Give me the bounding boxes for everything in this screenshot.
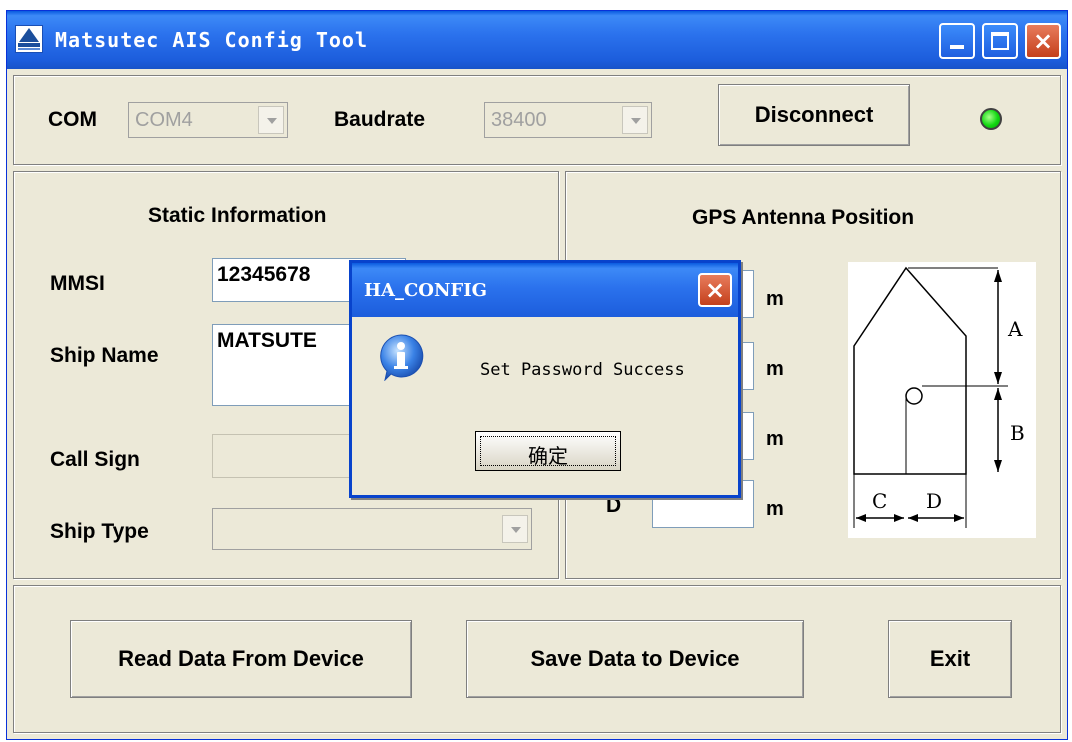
dialog-ok-label: 确定	[528, 444, 568, 468]
baudrate-label: Baudrate	[334, 108, 426, 131]
mmsi-value: 12345678	[217, 263, 311, 286]
mmsi-label: MMSI	[50, 272, 105, 295]
app-logo-icon	[15, 25, 43, 53]
dialog-ok-button[interactable]: 确定	[475, 431, 621, 471]
static-info-title: Static Information	[148, 204, 327, 227]
ship-type-label: Ship Type	[50, 520, 149, 543]
com-value: COM4	[135, 109, 193, 131]
connection-panel: COM COM4 Baudrate 38400 Disconnect	[13, 75, 1061, 165]
dialog-title-bar[interactable]: HA_CONFIG ×	[352, 263, 738, 317]
b-unit: m	[766, 358, 784, 380]
title-bar[interactable]: Matsutec AIS Config Tool ×	[7, 11, 1067, 69]
close-icon: ×	[1032, 27, 1054, 55]
disconnect-button[interactable]: Disconnect	[718, 84, 910, 146]
read-data-button[interactable]: Read Data From Device	[70, 620, 412, 698]
message-dialog: HA_CONFIG × Set Password Success 确定	[349, 260, 741, 498]
ship-name-value: MATSUTE	[217, 329, 317, 352]
actions-panel: Read Data From Device Save Data to Devic…	[13, 585, 1061, 733]
a-unit: m	[766, 288, 784, 310]
antenna-position-diagram: A B C D	[848, 262, 1036, 538]
ship-type-select[interactable]	[212, 508, 532, 550]
com-label: COM	[48, 108, 97, 131]
dialog-close-button[interactable]: ×	[698, 273, 732, 307]
diagram-label-c: C	[872, 489, 887, 513]
save-data-button[interactable]: Save Data to Device	[466, 620, 804, 698]
minimize-button[interactable]	[939, 23, 975, 59]
dialog-title: HA_CONFIG	[364, 280, 488, 301]
ship-name-label: Ship Name	[50, 344, 159, 367]
close-icon: ×	[704, 276, 726, 304]
connection-status-led	[980, 108, 1002, 130]
chevron-down-icon[interactable]	[258, 106, 284, 134]
diagram-label-b: B	[1010, 421, 1025, 445]
d-unit: m	[766, 498, 784, 520]
call-sign-label: Call Sign	[50, 448, 140, 471]
chevron-down-icon[interactable]	[622, 106, 648, 134]
info-icon	[380, 334, 424, 381]
diagram-label-a: A	[1007, 317, 1023, 341]
maximize-icon	[991, 32, 1009, 50]
window-title: Matsutec AIS Config Tool	[55, 28, 368, 52]
minimize-icon	[950, 45, 964, 49]
maximize-button[interactable]	[982, 23, 1018, 59]
baudrate-select[interactable]: 38400	[484, 102, 652, 138]
exit-button[interactable]: Exit	[888, 620, 1012, 698]
gps-antenna-title: GPS Antenna Position	[692, 206, 915, 229]
c-unit: m	[766, 428, 784, 450]
com-select[interactable]: COM4	[128, 102, 288, 138]
chevron-down-icon[interactable]	[502, 515, 528, 543]
close-button[interactable]: ×	[1025, 23, 1061, 59]
baudrate-value: 38400	[491, 109, 547, 131]
dialog-message: Set Password Success	[480, 360, 685, 380]
diagram-label-d: D	[926, 489, 942, 513]
